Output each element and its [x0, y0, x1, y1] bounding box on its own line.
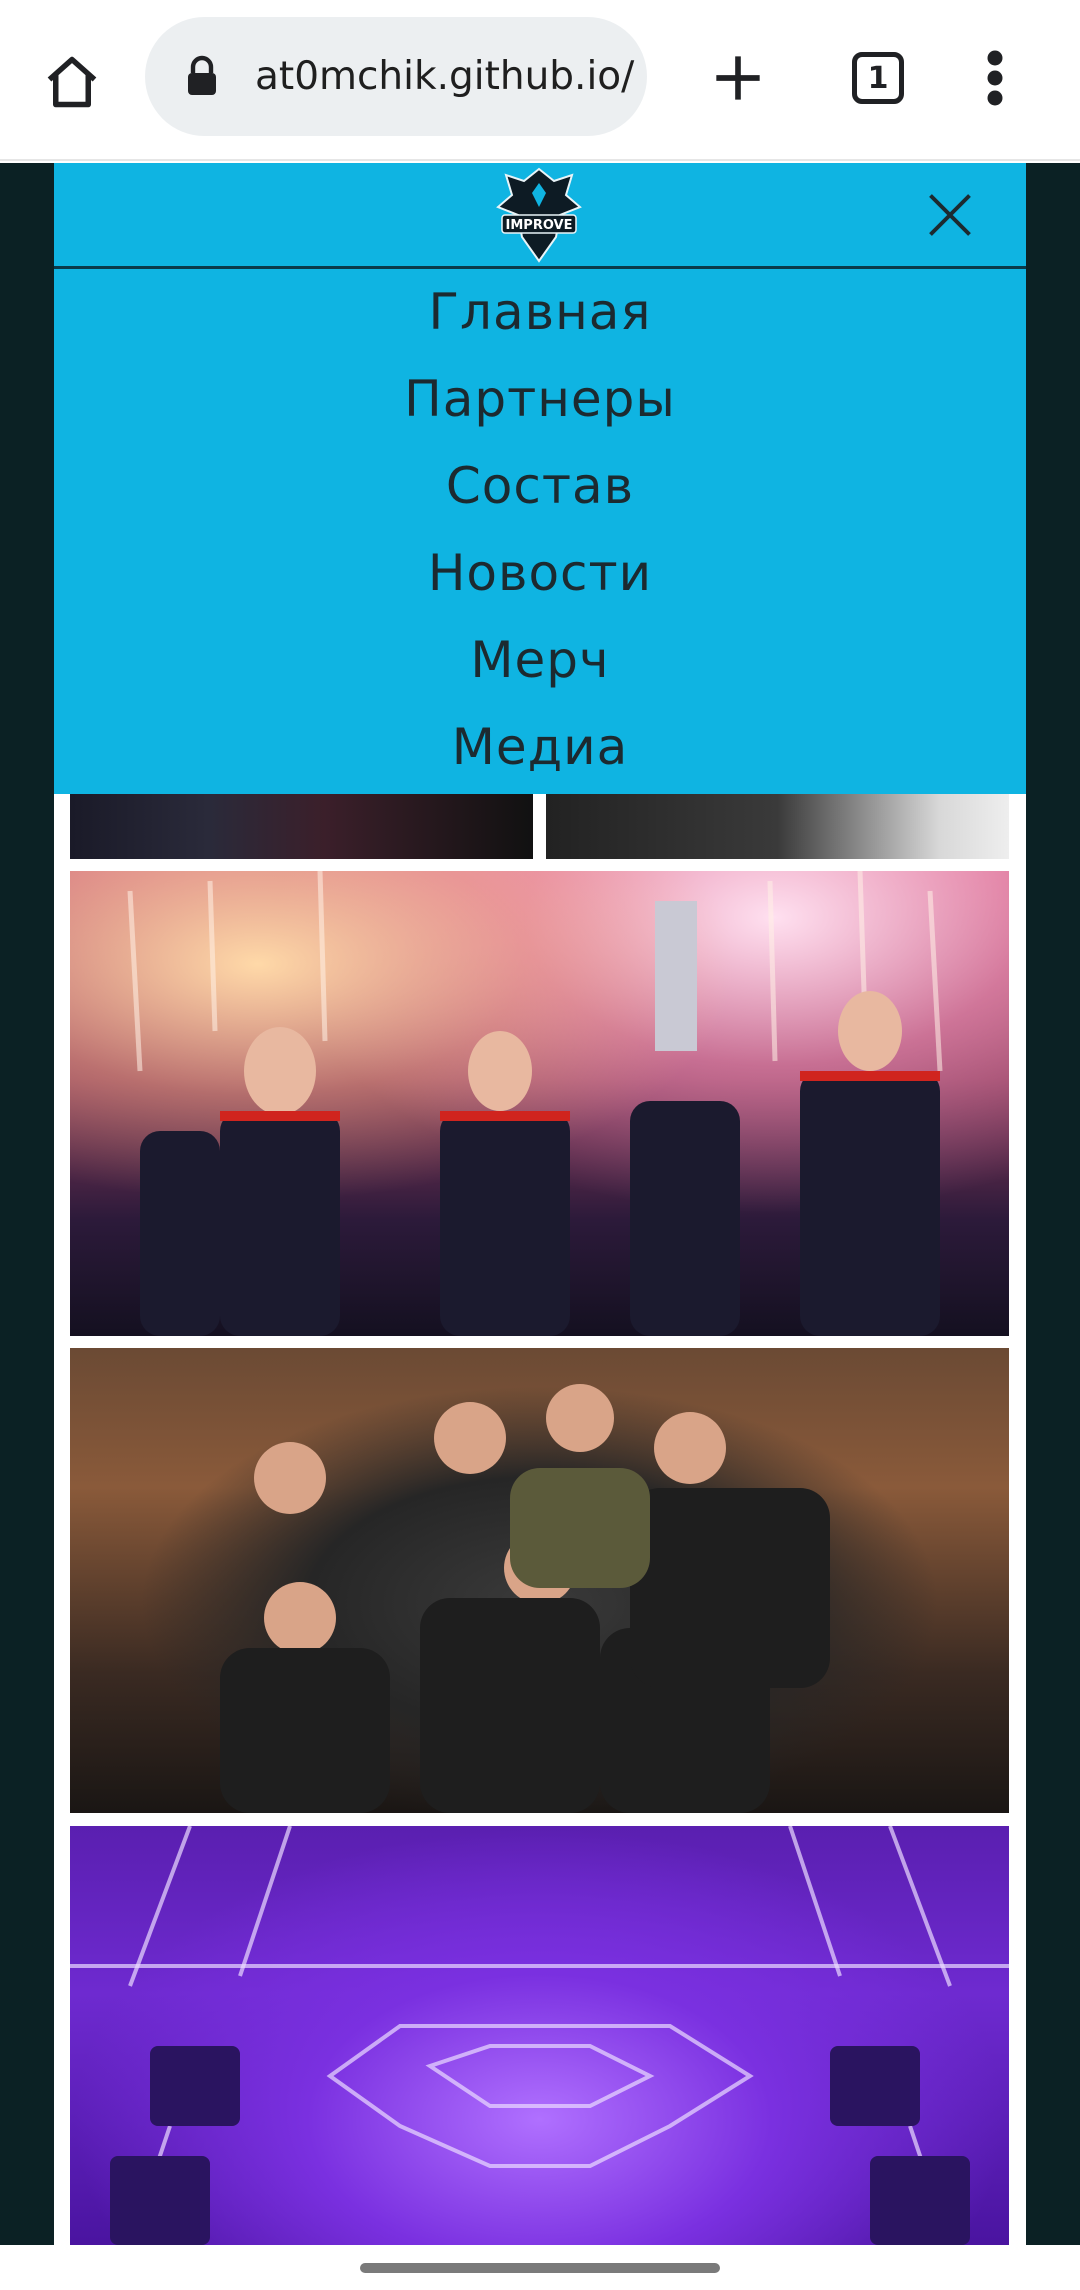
more-vert-icon — [987, 50, 1003, 106]
logo-text: IMPROVE — [506, 218, 573, 233]
new-tab-button[interactable] — [700, 36, 776, 120]
browser-toolbar: at0mchik.github.io/ 1 — [0, 0, 1080, 161]
trophy-celebration-photo[interactable] — [70, 871, 1009, 1336]
close-icon — [929, 194, 971, 236]
url-text: at0mchik.github.io/ — [255, 54, 635, 99]
nav-item-roster[interactable]: Состав — [54, 443, 1026, 530]
plus-icon — [716, 56, 760, 100]
address-bar[interactable]: at0mchik.github.io/ — [145, 17, 647, 136]
nav-item-news[interactable]: Новости — [54, 530, 1026, 617]
home-icon — [47, 56, 97, 108]
nav-item-partners[interactable]: Партнеры — [54, 356, 1026, 443]
team-photo-right-partial[interactable] — [546, 793, 1009, 859]
team-photo-left-partial[interactable] — [70, 793, 533, 859]
browser-menu-button[interactable] — [970, 36, 1020, 120]
tabs-icon: 1 — [852, 52, 904, 104]
team-group-photo[interactable] — [70, 1348, 1009, 1813]
mobile-nav-menu: IMPROVE Главная Партнеры Состав Новости … — [54, 163, 1026, 794]
tab-switcher-button[interactable]: 1 — [840, 36, 916, 120]
nav-item-media[interactable]: Медиа — [54, 704, 1026, 791]
home-button[interactable] — [30, 40, 114, 124]
system-navigation-bar — [0, 2245, 1080, 2290]
arena-stage-photo[interactable] — [70, 1826, 1009, 2245]
gesture-handle[interactable] — [360, 2263, 720, 2273]
nav-item-merch[interactable]: Мерч — [54, 617, 1026, 704]
lock-icon — [185, 52, 225, 102]
improve-logo[interactable]: IMPROVE — [494, 167, 584, 263]
tab-count: 1 — [867, 60, 889, 96]
nav-item-home[interactable]: Главная — [54, 269, 1026, 356]
nav-header: IMPROVE — [54, 163, 1026, 269]
close-menu-button[interactable] — [924, 189, 976, 241]
nav-list: Главная Партнеры Состав Новости Мерч Мед… — [54, 269, 1026, 791]
